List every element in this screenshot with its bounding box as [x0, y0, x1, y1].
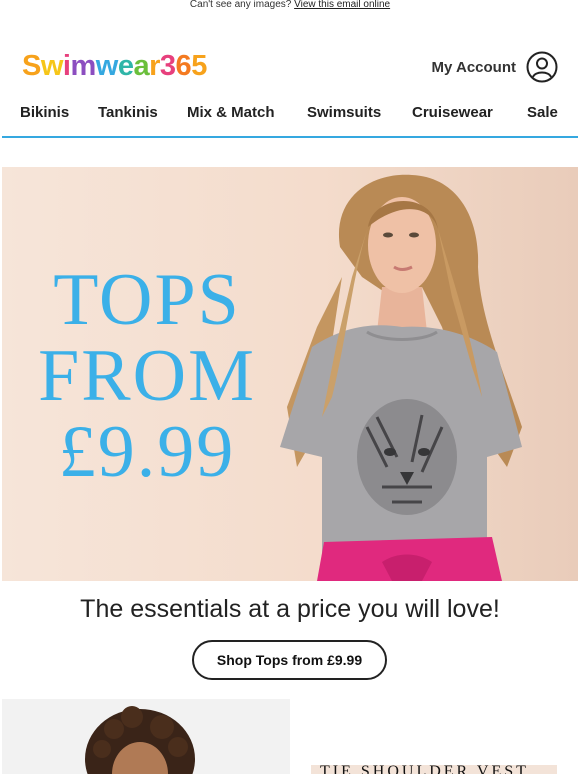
logo-letter: 6 [175, 50, 192, 82]
hero-tagline: The essentials at a price you will love! [80, 595, 500, 623]
logo-letter: S [22, 50, 41, 82]
logo-letter: m [70, 50, 96, 82]
nav-item-tankinis[interactable]: Tankinis [98, 104, 158, 121]
view-online-link[interactable]: View this email online [294, 0, 390, 10]
nav-item-mix-match[interactable]: Mix & Match [187, 104, 275, 121]
logo-letter: w [95, 50, 119, 82]
nav-item-swimsuits[interactable]: Swimsuits [307, 104, 381, 121]
hero-banner[interactable]: TOPS FROM £9.99 [2, 167, 578, 581]
my-account-label: My Account [431, 58, 516, 76]
promo-model-image[interactable] [2, 699, 290, 774]
logo-letter: r [149, 50, 160, 82]
hero-line-3: £9.99 [58, 411, 236, 493]
user-icon[interactable] [526, 51, 558, 83]
logo-letter: 3 [159, 50, 176, 82]
brand-logo[interactable]: Swimwear365 [22, 50, 207, 82]
logo-letter: 5 [191, 50, 207, 82]
logo-letter: w [40, 50, 64, 82]
promo-title: TIE SHOULDER VEST [320, 763, 529, 774]
shop-tops-button[interactable]: Shop Tops from £9.99 [192, 640, 387, 680]
nav-item-bikinis[interactable]: Bikinis [20, 104, 69, 121]
preheader: Can't see any images? View this email on… [0, 0, 580, 12]
nav-item-sale[interactable]: Sale [527, 104, 558, 121]
nav-divider [2, 136, 578, 138]
logo-letter: i [62, 50, 71, 82]
hero-line-1: TOPS [53, 259, 241, 341]
tiger-print [357, 399, 457, 515]
nav-item-cruisewear[interactable]: Cruisewear [412, 104, 493, 121]
hero-line-2: FROM [38, 335, 256, 417]
my-account[interactable]: My Account [432, 50, 558, 84]
logo-letter: a [133, 50, 150, 82]
logo-letter: e [117, 50, 134, 82]
main-nav: Bikinis Tankinis Mix & Match Swimsuits C… [0, 104, 580, 128]
preheader-text: Can't see any images? [189, 0, 292, 10]
